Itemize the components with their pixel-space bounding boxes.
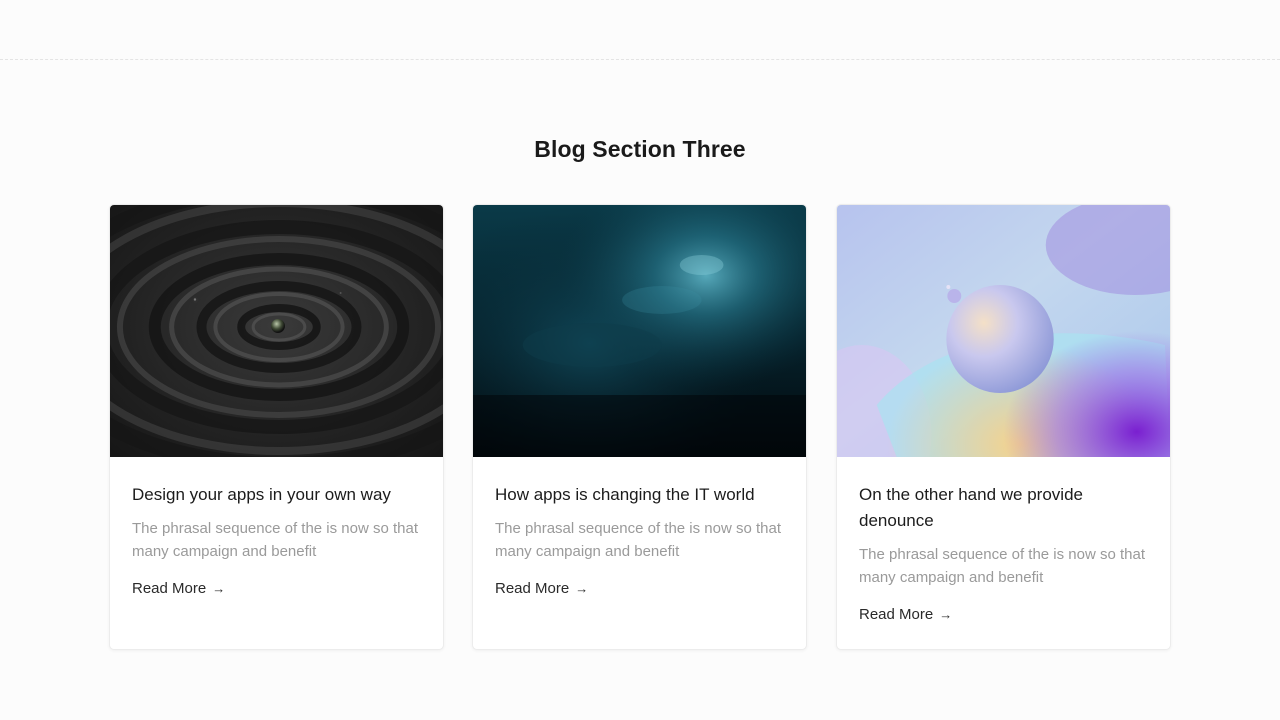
card-title[interactable]: How apps is changing the IT world (495, 482, 784, 508)
teal-nebula-image[interactable] (473, 205, 806, 457)
card-title[interactable]: On the other hand we provide denounce (859, 482, 1148, 534)
read-more-link[interactable]: Read More → (495, 580, 588, 597)
blog-card: On the other hand we provide denounce Th… (836, 204, 1171, 650)
section-title: Blog Section Three (534, 136, 746, 162)
read-more-label: Read More (859, 606, 934, 623)
arrow-right-icon: → (939, 607, 953, 622)
card-excerpt: The phrasal sequence of the is now so th… (132, 520, 419, 560)
blog-card: How apps is changing the IT world The ph… (472, 204, 807, 650)
teal-nebula-graphic (473, 205, 806, 457)
read-more-label: Read More (132, 580, 207, 597)
read-more-link[interactable]: Read More → (859, 606, 952, 623)
dark-ripple-sphere-image[interactable] (110, 205, 443, 457)
card-excerpt: The phrasal sequence of the is now so th… (859, 546, 1146, 586)
pastel-3d-sphere-graphic (837, 205, 1170, 457)
top-divider (0, 59, 1280, 60)
read-more-link[interactable]: Read More → (132, 580, 225, 597)
arrow-right-icon: → (212, 581, 226, 596)
read-more-label: Read More (495, 580, 570, 597)
pastel-3d-sphere-image[interactable] (837, 205, 1170, 457)
card-title[interactable]: Design your apps in your own way (132, 482, 421, 508)
arrow-right-icon: → (575, 581, 589, 596)
card-excerpt: The phrasal sequence of the is now so th… (495, 520, 782, 560)
blog-card: Design your apps in your own way The phr… (109, 204, 444, 650)
dark-ripple-sphere-graphic (110, 205, 443, 457)
